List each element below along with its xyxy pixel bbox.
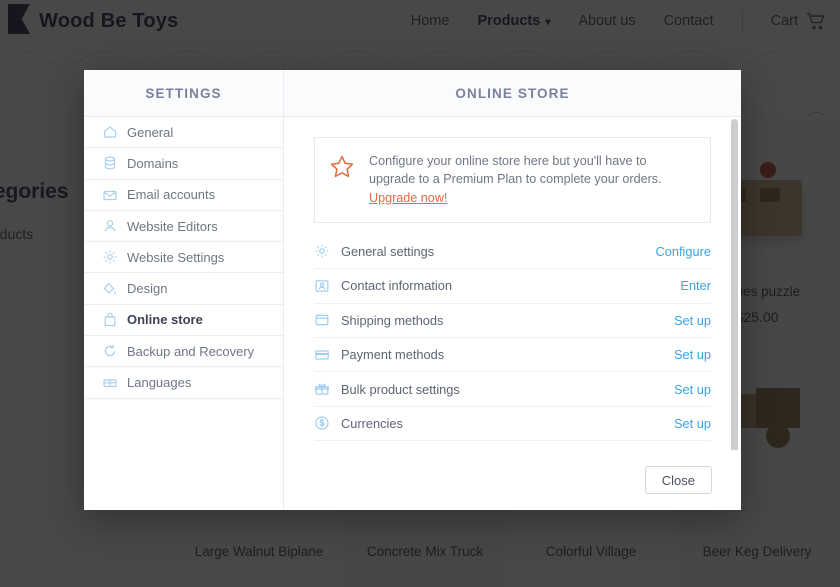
settings-modal: SETTINGS General Domains Email accounts bbox=[84, 70, 741, 510]
grid-icon bbox=[102, 375, 118, 391]
sidebar-item-label: Languages bbox=[127, 375, 191, 390]
gear-icon bbox=[314, 243, 330, 259]
credit-card-icon bbox=[314, 347, 330, 363]
gift-icon bbox=[314, 381, 330, 397]
store-row-label: Currencies bbox=[341, 416, 674, 431]
upgrade-notice-text: Configure your online store here but you… bbox=[369, 152, 694, 207]
store-row-label: Payment methods bbox=[341, 347, 674, 362]
store-row-currencies[interactable]: Currencies Set up bbox=[314, 407, 711, 441]
store-row-contact-information[interactable]: Contact information Enter bbox=[314, 269, 711, 303]
contact-card-icon bbox=[314, 278, 330, 294]
paint-drop-icon bbox=[102, 281, 118, 297]
sidebar-item-online-store[interactable]: Online store bbox=[84, 305, 283, 336]
store-row-label: Bulk product settings bbox=[341, 382, 674, 397]
close-button[interactable]: Close bbox=[645, 466, 712, 494]
online-store-scroll-area: Configure your online store here but you… bbox=[284, 117, 741, 450]
store-row-action[interactable]: Set up bbox=[674, 313, 711, 328]
sidebar-item-domains[interactable]: Domains bbox=[84, 148, 283, 179]
sidebar-item-website-settings[interactable]: Website Settings bbox=[84, 242, 283, 273]
store-row-invoices[interactable]: Invoices Set up bbox=[314, 441, 711, 450]
sidebar-item-label: Online store bbox=[127, 312, 203, 327]
sidebar-item-backup-and-recovery[interactable]: Backup and Recovery bbox=[84, 336, 283, 367]
upgrade-notice-message: Configure your online store here but you… bbox=[369, 154, 662, 186]
sidebar-item-design[interactable]: Design bbox=[84, 273, 283, 304]
panel-scrollbar-thumb[interactable] bbox=[731, 119, 738, 450]
envelope-icon bbox=[102, 187, 118, 203]
store-row-shipping-methods[interactable]: Shipping methods Set up bbox=[314, 304, 711, 338]
sidebar-item-email-accounts[interactable]: Email accounts bbox=[84, 180, 283, 211]
sidebar-item-label: Domains bbox=[127, 156, 178, 171]
store-row-action[interactable]: Enter bbox=[680, 278, 711, 293]
settings-sidebar-header: SETTINGS bbox=[84, 70, 283, 117]
sidebar-item-website-editors[interactable]: Website Editors bbox=[84, 211, 283, 242]
online-store-title: ONLINE STORE bbox=[455, 86, 569, 101]
store-row-label: General settings bbox=[341, 244, 656, 259]
upgrade-notice: Configure your online store here but you… bbox=[314, 137, 711, 223]
settings-nav-list: General Domains Email accounts Website E… bbox=[84, 117, 283, 399]
page-root: Wood Be Toys Home Products▾ About us Con… bbox=[0, 0, 840, 587]
gear-icon bbox=[102, 249, 118, 265]
star-icon bbox=[329, 154, 355, 180]
settings-sidebar: SETTINGS General Domains Email accounts bbox=[84, 70, 284, 510]
panel-scrollbar-track[interactable] bbox=[731, 119, 738, 448]
sidebar-item-label: Design bbox=[127, 281, 167, 296]
sidebar-item-languages[interactable]: Languages bbox=[84, 367, 283, 398]
store-row-label: Shipping methods bbox=[341, 313, 674, 328]
online-store-panel: ONLINE STORE Configure your online store… bbox=[284, 70, 741, 510]
refresh-icon bbox=[102, 343, 118, 359]
user-icon bbox=[102, 218, 118, 234]
sidebar-item-label: Backup and Recovery bbox=[127, 344, 254, 359]
sidebar-item-label: Website Settings bbox=[127, 250, 224, 265]
modal-footer: Close bbox=[284, 450, 741, 510]
store-row-action[interactable]: Set up bbox=[674, 382, 711, 397]
sidebar-item-general[interactable]: General bbox=[84, 117, 283, 148]
home-icon bbox=[102, 124, 118, 140]
sidebar-item-label: Email accounts bbox=[127, 187, 215, 202]
store-row-general-settings[interactable]: General settings Configure bbox=[314, 235, 711, 269]
store-row-bulk-product-settings[interactable]: Bulk product settings Set up bbox=[314, 372, 711, 406]
sidebar-item-label: General bbox=[127, 125, 173, 140]
sidebar-item-label: Website Editors bbox=[127, 219, 218, 234]
store-settings-list: General settings Configure Contact infor… bbox=[314, 235, 711, 450]
database-icon bbox=[102, 155, 118, 171]
store-row-label: Contact information bbox=[341, 278, 680, 293]
upgrade-now-link[interactable]: Upgrade now! bbox=[369, 191, 447, 205]
store-row-payment-methods[interactable]: Payment methods Set up bbox=[314, 338, 711, 372]
dollar-circle-icon bbox=[314, 415, 330, 431]
store-row-action[interactable]: Configure bbox=[656, 244, 712, 259]
store-row-action[interactable]: Set up bbox=[674, 347, 711, 362]
package-icon bbox=[314, 312, 330, 328]
settings-title: SETTINGS bbox=[145, 86, 221, 101]
store-row-action[interactable]: Set up bbox=[674, 416, 711, 431]
online-store-header: ONLINE STORE bbox=[284, 70, 741, 117]
shopping-bag-icon bbox=[102, 312, 118, 328]
